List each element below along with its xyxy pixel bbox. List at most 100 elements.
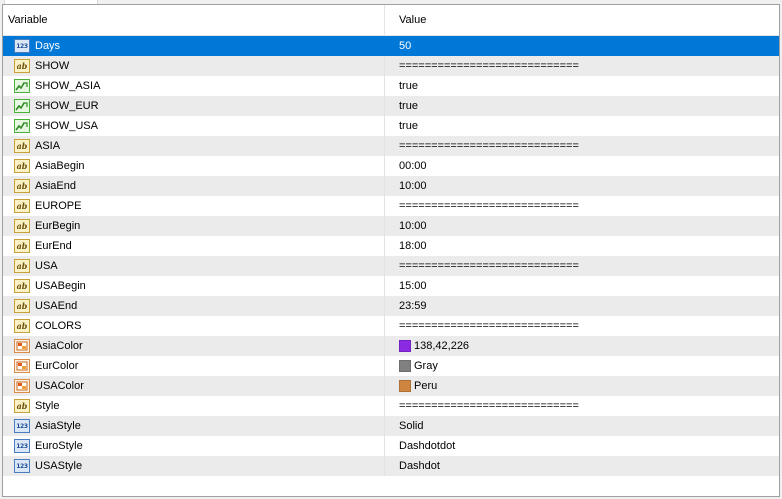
variable-cell[interactable]: ab ASIA bbox=[3, 136, 385, 156]
value-cell[interactable]: ============================ bbox=[385, 196, 779, 216]
value-text: ============================ bbox=[399, 320, 579, 332]
inputs-grid: Variable Value 123 Days 50 ab SHOW ==========… bbox=[2, 4, 780, 497]
param-row-eurostyle[interactable]: 123 EuroStyle Dashdotdot bbox=[3, 436, 779, 456]
value-text: ============================ bbox=[399, 200, 579, 212]
value-cell[interactable]: 00:00 bbox=[385, 156, 779, 176]
value-cell[interactable]: 50 bbox=[385, 36, 779, 56]
value-text: 00:00 bbox=[399, 160, 427, 172]
param-row-eurbegin[interactable]: ab EurBegin 10:00 bbox=[3, 216, 779, 236]
string-type-icon: ab bbox=[14, 179, 30, 193]
value-text: 50 bbox=[399, 40, 412, 52]
param-row-usabegin[interactable]: ab USABegin 15:00 bbox=[3, 276, 779, 296]
value-cell[interactable]: true bbox=[385, 76, 779, 96]
param-row-asiacolor[interactable]: AsiaColor 138,42,226 bbox=[3, 336, 779, 356]
param-row-usacolor[interactable]: USAColor Peru bbox=[3, 376, 779, 396]
value-cell[interactable]: Peru bbox=[385, 376, 779, 396]
string-type-icon: ab bbox=[14, 259, 30, 273]
value-cell[interactable]: 138,42,226 bbox=[385, 336, 779, 356]
variable-name: EUROPE bbox=[35, 200, 82, 212]
variable-cell[interactable]: ab SHOW bbox=[3, 56, 385, 76]
variable-cell[interactable]: ab EurEnd bbox=[3, 236, 385, 256]
variable-name: AsiaBegin bbox=[35, 160, 85, 172]
variable-cell[interactable]: EurColor bbox=[3, 356, 385, 376]
value-text: true bbox=[399, 100, 418, 112]
variable-cell[interactable]: ab COLORS bbox=[3, 316, 385, 336]
value-text: 23:59 bbox=[399, 300, 427, 312]
param-row-asia[interactable]: ab ASIA ============================ bbox=[3, 136, 779, 156]
value-cell[interactable]: Dashdotdot bbox=[385, 436, 779, 456]
param-row-usaend[interactable]: ab USAEnd 23:59 bbox=[3, 296, 779, 316]
variable-cell[interactable]: SHOW_ASIA bbox=[3, 76, 385, 96]
value-cell[interactable]: 10:00 bbox=[385, 216, 779, 236]
variable-name: AsiaColor bbox=[35, 340, 83, 352]
param-row-usastyle[interactable]: 123 USAStyle Dashdot bbox=[3, 456, 779, 476]
color-type-icon bbox=[14, 359, 30, 373]
integer-type-icon: 123 bbox=[14, 459, 30, 473]
param-row-eurcolor[interactable]: EurColor Gray bbox=[3, 356, 779, 376]
value-cell[interactable]: Gray bbox=[385, 356, 779, 376]
param-row-show[interactable]: ab SHOW ============================ bbox=[3, 56, 779, 76]
value-cell[interactable]: 23:59 bbox=[385, 296, 779, 316]
param-row-show-asia[interactable]: SHOW_ASIA true bbox=[3, 76, 779, 96]
variable-cell[interactable]: 123 USAStyle bbox=[3, 456, 385, 476]
value-cell[interactable]: ============================ bbox=[385, 56, 779, 76]
string-type-icon: ab bbox=[14, 279, 30, 293]
variable-cell[interactable]: ab USABegin bbox=[3, 276, 385, 296]
value-cell[interactable]: ============================ bbox=[385, 256, 779, 276]
variable-cell[interactable]: ab AsiaBegin bbox=[3, 156, 385, 176]
value-text: Dashdotdot bbox=[399, 440, 456, 452]
variable-cell[interactable]: SHOW_USA bbox=[3, 116, 385, 136]
value-cell[interactable]: 18:00 bbox=[385, 236, 779, 256]
color-swatch bbox=[399, 360, 411, 372]
boolean-type-icon bbox=[14, 119, 30, 133]
value-cell[interactable]: ============================ bbox=[385, 396, 779, 416]
integer-type-icon: 123 bbox=[14, 419, 30, 433]
variable-name: Days bbox=[35, 40, 61, 52]
variable-cell[interactable]: ab EurBegin bbox=[3, 216, 385, 236]
param-row-style[interactable]: ab Style ============================ bbox=[3, 396, 779, 416]
value-cell[interactable]: 10:00 bbox=[385, 176, 779, 196]
variable-cell[interactable]: ab Style bbox=[3, 396, 385, 416]
variable-cell[interactable]: AsiaColor bbox=[3, 336, 385, 356]
value-text: 10:00 bbox=[399, 220, 427, 232]
variable-cell[interactable]: USAColor bbox=[3, 376, 385, 396]
variable-cell[interactable]: 123 Days bbox=[3, 36, 385, 56]
param-row-usa[interactable]: ab USA ============================ bbox=[3, 256, 779, 276]
variable-cell[interactable]: ab USAEnd bbox=[3, 296, 385, 316]
param-row-asiaend[interactable]: ab AsiaEnd 10:00 bbox=[3, 176, 779, 196]
param-row-asiabegin[interactable]: ab AsiaBegin 00:00 bbox=[3, 156, 779, 176]
column-header-value[interactable]: Value bbox=[385, 5, 779, 35]
variable-cell[interactable]: 123 AsiaStyle bbox=[3, 416, 385, 436]
value-cell[interactable]: Solid bbox=[385, 416, 779, 436]
variable-cell[interactable]: ab EUROPE bbox=[3, 196, 385, 216]
grid-body: 123 Days 50 ab SHOW =========================… bbox=[3, 36, 779, 476]
column-header-variable[interactable]: Variable bbox=[3, 5, 385, 35]
param-row-show-usa[interactable]: SHOW_USA true bbox=[3, 116, 779, 136]
variable-name: USAColor bbox=[35, 380, 84, 392]
param-row-days[interactable]: 123 Days 50 bbox=[3, 36, 779, 56]
variable-name: SHOW bbox=[35, 60, 70, 72]
value-cell[interactable]: ============================ bbox=[385, 316, 779, 336]
param-row-eurend[interactable]: ab EurEnd 18:00 bbox=[3, 236, 779, 256]
param-row-europe[interactable]: ab EUROPE ============================ bbox=[3, 196, 779, 216]
variable-cell[interactable]: 123 EuroStyle bbox=[3, 436, 385, 456]
string-type-icon: ab bbox=[14, 159, 30, 173]
variable-name: SHOW_EUR bbox=[35, 100, 99, 112]
variable-cell[interactable]: SHOW_EUR bbox=[3, 96, 385, 116]
value-cell[interactable]: true bbox=[385, 116, 779, 136]
string-type-icon: ab bbox=[14, 219, 30, 233]
variable-cell[interactable]: ab AsiaEnd bbox=[3, 176, 385, 196]
value-cell[interactable]: true bbox=[385, 96, 779, 116]
variable-cell[interactable]: ab USA bbox=[3, 256, 385, 276]
value-text: ============================ bbox=[399, 140, 579, 152]
value-cell[interactable]: 15:00 bbox=[385, 276, 779, 296]
value-cell[interactable]: ============================ bbox=[385, 136, 779, 156]
variable-name: EuroStyle bbox=[35, 440, 83, 452]
boolean-type-icon bbox=[14, 79, 30, 93]
value-cell[interactable]: Dashdot bbox=[385, 456, 779, 476]
variable-name: EurColor bbox=[35, 360, 79, 372]
variable-name: EurEnd bbox=[35, 240, 72, 252]
param-row-show-eur[interactable]: SHOW_EUR true bbox=[3, 96, 779, 116]
param-row-colors[interactable]: ab COLORS ============================ bbox=[3, 316, 779, 336]
param-row-asiastyle[interactable]: 123 AsiaStyle Solid bbox=[3, 416, 779, 436]
